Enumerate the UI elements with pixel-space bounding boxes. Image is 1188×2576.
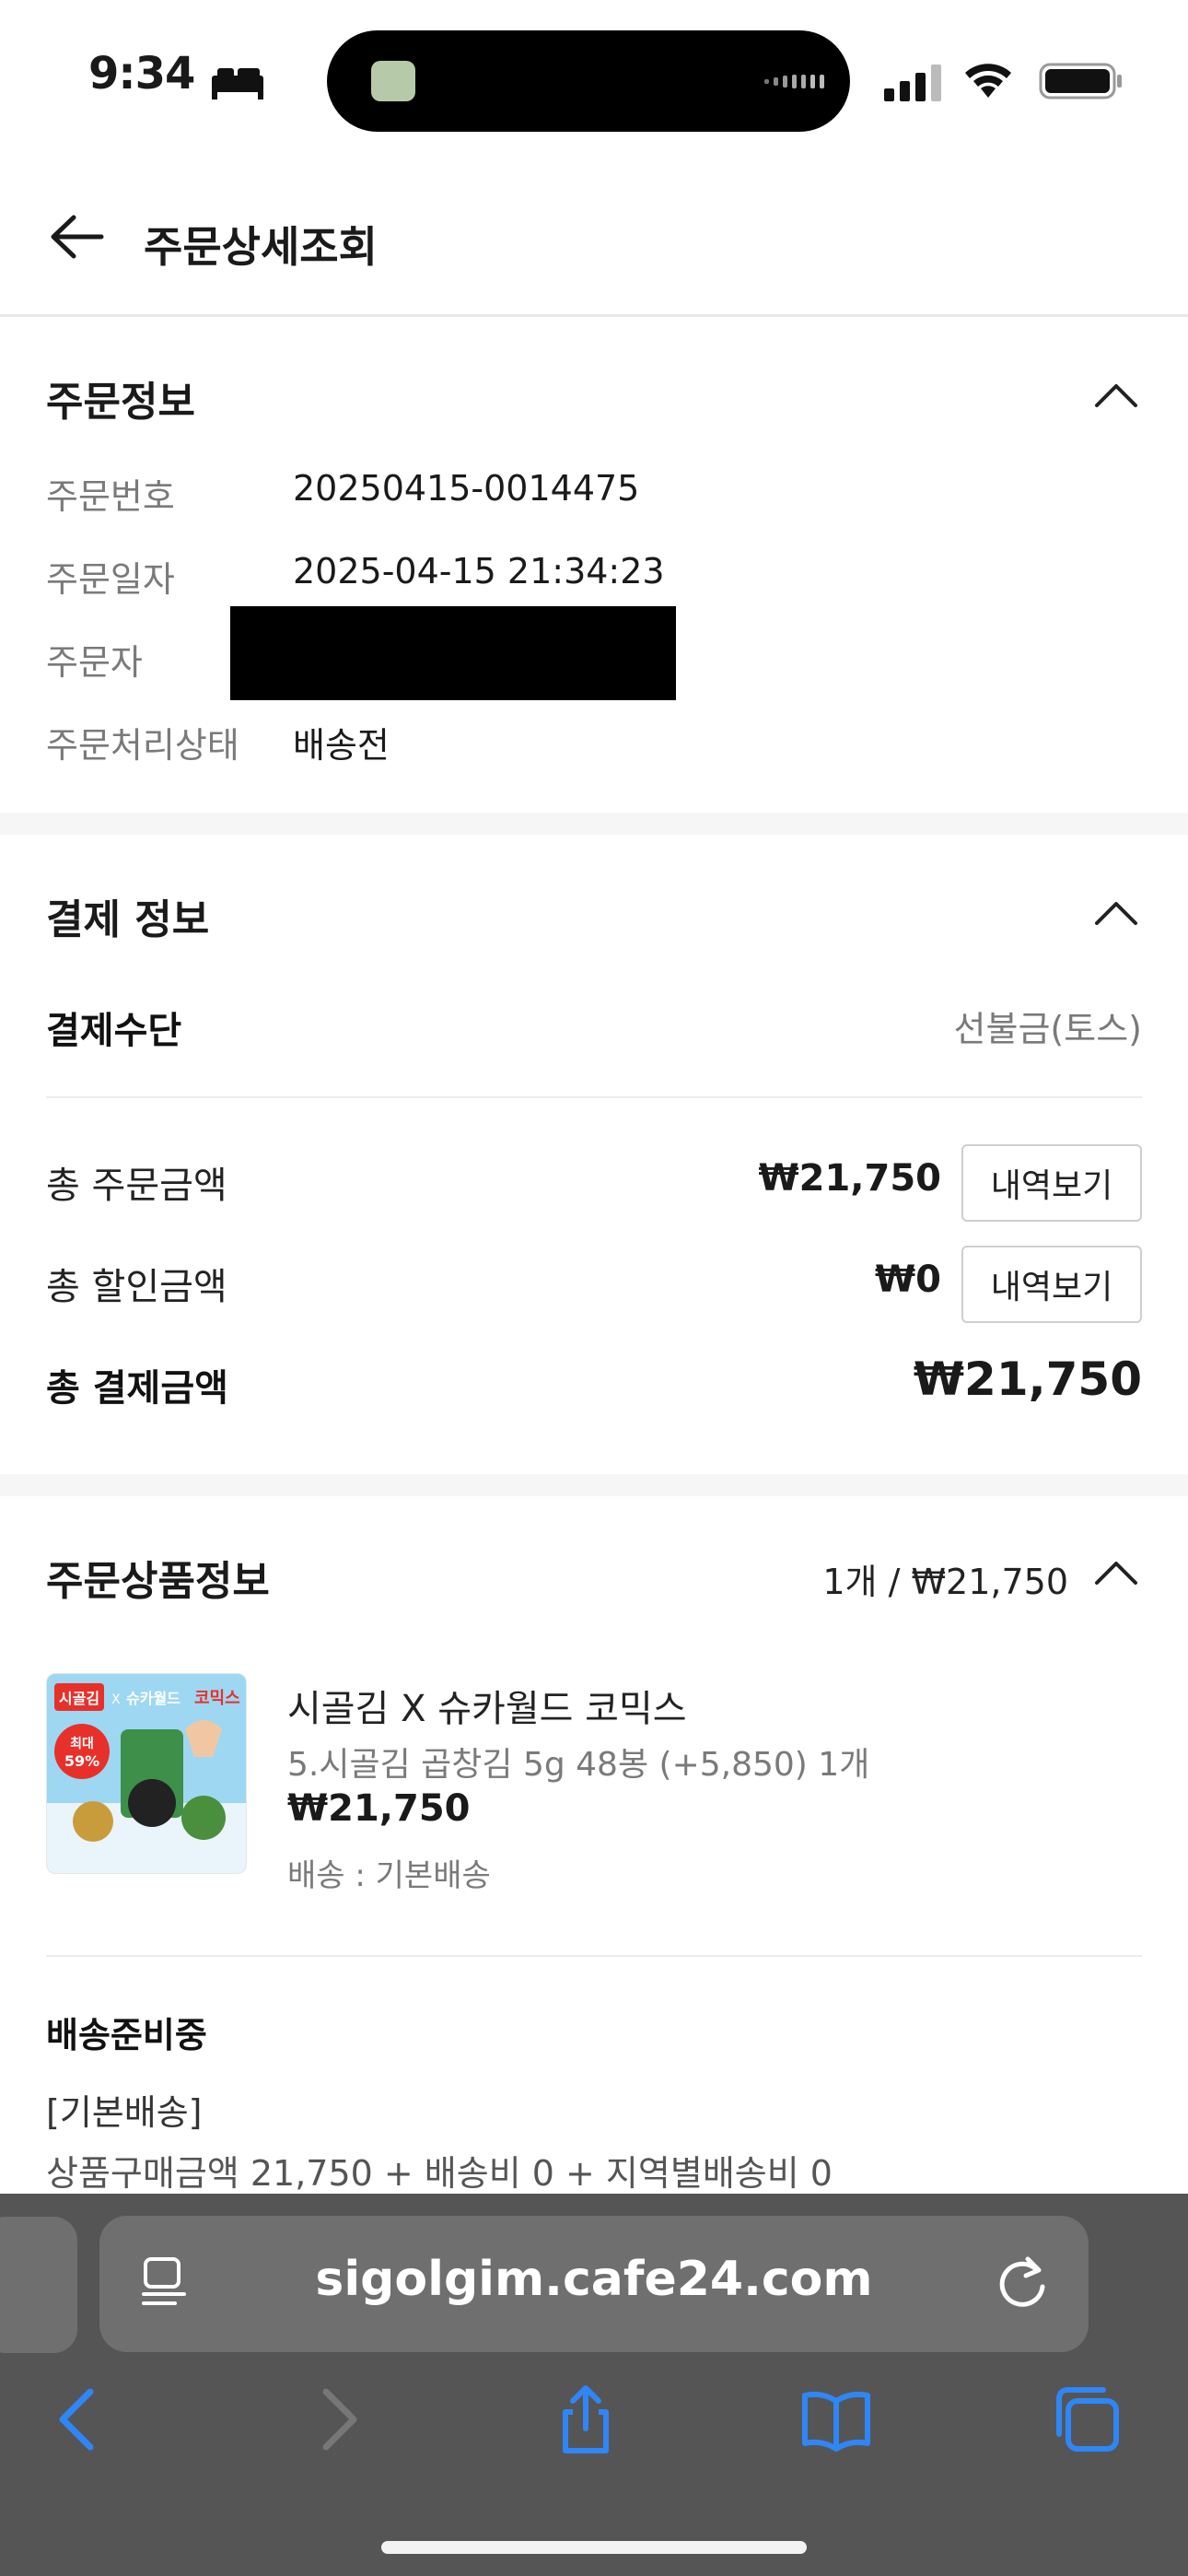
shipping-status: 배송준비중 [46,2015,207,2055]
payment-divider [46,1096,1142,1098]
page-title: 주문상세조회 [144,222,378,272]
total-payment-label: 총 결제금액 [46,1367,228,1410]
svg-text:최대: 최대 [70,1737,94,1751]
product-option: 5.시골김 곱창김 5g 48봉 (+5,850) 1개 [287,1746,870,1784]
collapse-product-info-chevron-up-icon[interactable] [1094,1559,1138,1587]
tabs-icon[interactable] [1050,2383,1124,2456]
total-discount-value: ₩0 [875,1259,941,1301]
total-order-detail-button[interactable]: 내역보기 [961,1144,1142,1222]
collapse-order-info-chevron-up-icon[interactable] [1094,381,1138,409]
status-time: 9:34 [88,48,195,100]
wifi-icon [965,64,1011,98]
total-discount-detail-button[interactable]: 내역보기 [961,1246,1142,1323]
payment-info-title: 결제 정보 [46,896,210,943]
audio-wave-icon [764,75,824,88]
product-thumbnail[interactable]: 시골김 X 슈카월드 코믹스 최대 59% [46,1673,247,1874]
total-order-amount-label: 총 주문금액 [46,1165,227,1207]
total-order-amount-value: ₩21,750 [758,1157,941,1200]
reload-icon[interactable] [995,2254,1052,2311]
orderer-label: 주문자 [46,642,143,683]
payment-method-label: 결제수단 [46,1010,182,1052]
order-status-label: 주문처리상태 [46,725,239,766]
product-name[interactable]: 시골김 X 슈카월드 코믹스 [287,1679,687,1732]
product-divider [46,1955,1142,1957]
back-arrow-icon[interactable] [48,214,105,260]
product-price: ₩21,750 [287,1787,471,1830]
cellular-signal-icon [884,64,941,101]
collapse-payment-info-chevron-up-icon[interactable] [1094,899,1138,927]
sleep-bed-icon [212,68,263,100]
order-number-label: 주문번호 [46,476,175,517]
now-playing-thumbnail [371,61,415,101]
svg-text:시골김: 시골김 [59,1690,99,1707]
order-number-value: 20250415-0014475 [293,468,640,509]
order-date-label: 주문일자 [46,559,175,600]
product-info-title: 주문상품정보 [46,1558,270,1605]
battery-icon [1039,63,1122,100]
total-payment-value: ₩21,750 [913,1352,1142,1406]
payment-method-value: 선불금(토스) [953,1009,1142,1049]
share-icon[interactable] [549,2383,623,2456]
product-summary: 1개 / ₩21,750 [822,1562,1068,1602]
back-chevron-icon[interactable] [42,2383,116,2456]
previous-tab-preview[interactable] [0,2217,77,2353]
svg-text:X: X [111,1692,121,1707]
total-discount-label: 총 할인금액 [46,1266,227,1308]
svg-text:코믹스: 코믹스 [194,1689,240,1708]
section-separator [0,813,1188,835]
product-image-graphic: 시골김 X 슈카월드 코믹스 최대 59% [47,1674,246,1873]
shipping-calculation: 상품구매금액 21,750 + 배송비 0 + 지역별배송비 0 [46,2153,833,2194]
product-shipping-method: 배송 : 기본배송 [287,1857,491,1894]
svg-text:59%: 59% [64,1752,99,1770]
order-info-title: 주문정보 [46,379,195,426]
order-date-value: 2025-04-15 21:34:23 [293,551,665,591]
svg-text:슈카월드: 슈카월드 [126,1690,181,1707]
section-separator [0,1474,1188,1496]
home-indicator[interactable] [381,2541,807,2554]
shipping-type: [기본배송] [46,2092,203,2133]
header-divider [0,314,1188,317]
bookmarks-book-icon[interactable] [799,2383,873,2456]
order-status-value: 배송전 [293,725,390,766]
orderer-redacted-value [230,606,676,700]
forward-chevron-icon[interactable] [300,2383,374,2456]
url-text[interactable]: sigolgim.cafe24.com [99,2252,1089,2307]
